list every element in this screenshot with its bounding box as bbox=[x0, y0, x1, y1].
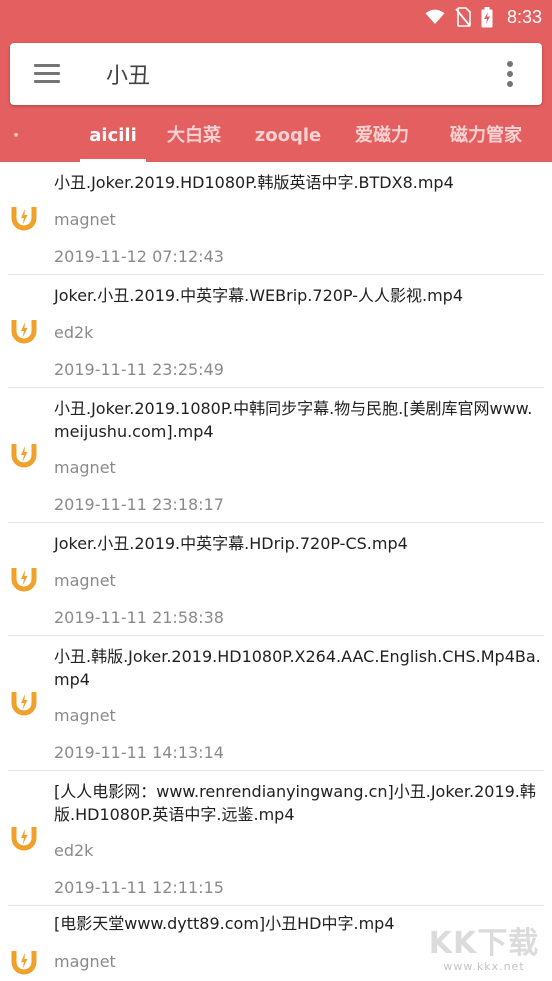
tab-aicili[interactable]: aicili bbox=[70, 114, 156, 162]
item-link-type: ed2k bbox=[54, 323, 94, 342]
item-title: 小丑.Joker.2019.HD1080P.韩版英语中字.BTDX8.mp4 bbox=[54, 173, 454, 192]
magnet-icon bbox=[11, 568, 37, 592]
no-sim-icon bbox=[455, 7, 471, 27]
item-link-type: magnet bbox=[54, 458, 116, 477]
item-title: Joker.小丑.2019.中英字幕.HDrip.720P-CS.mp4 bbox=[54, 534, 408, 553]
battery-charging-icon bbox=[481, 6, 493, 27]
item-title: [人人电影网：www.renrendianyingwang.cn]小丑.Joke… bbox=[54, 782, 536, 824]
search-input[interactable] bbox=[106, 53, 466, 95]
magnet-icon bbox=[11, 827, 37, 851]
list-item[interactable]: Joker.小丑.2019.中英字幕.WEBrip.720P-人人影视.mp4 … bbox=[0, 275, 552, 387]
status-time: 8:33 bbox=[506, 6, 542, 27]
wifi-icon bbox=[425, 9, 445, 24]
list-item[interactable]: 小丑.韩版.Joker.2019.HD1080P.X264.AAC.Englis… bbox=[0, 636, 552, 770]
item-link-type: magnet bbox=[54, 210, 116, 229]
magnet-icon bbox=[11, 320, 37, 344]
item-title: 小丑.Joker.2019.1080P.中韩同步字幕.物与民胞.[美剧库官网ww… bbox=[54, 399, 533, 441]
tab-zooqle[interactable]: zooqle bbox=[248, 114, 328, 162]
status-icons: 8:33 bbox=[425, 4, 542, 30]
list-item[interactable]: Joker.小丑.2019.中英字幕.HDrip.720P-CS.mp4 mag… bbox=[0, 523, 552, 635]
tab-cili-guanjia[interactable]: 磁力管家 bbox=[436, 114, 536, 162]
list-item[interactable]: 小丑.Joker.2019.HD1080P.韩版英语中字.BTDX8.mp4 m… bbox=[0, 162, 552, 274]
item-link-type: magnet bbox=[54, 706, 116, 725]
item-title: 小丑.韩版.Joker.2019.HD1080P.X264.AAC.Englis… bbox=[54, 647, 541, 689]
more-vert-icon[interactable] bbox=[506, 61, 514, 87]
item-date: 2019-11-11 23:18:17 bbox=[54, 495, 224, 514]
magnet-icon bbox=[11, 444, 37, 468]
magnet-icon bbox=[11, 207, 37, 231]
item-link-type: ed2k bbox=[54, 841, 94, 860]
item-date: 2019-11-12 07:12:43 bbox=[54, 247, 224, 266]
tab-partial[interactable]: · bbox=[6, 114, 26, 162]
status-bar: 8:33 bbox=[0, 0, 552, 34]
item-title: Joker.小丑.2019.中英字幕.WEBrip.720P-人人影视.mp4 bbox=[54, 286, 464, 305]
item-date: 2019-11-11 23:25:49 bbox=[54, 360, 224, 379]
watermark: KK下载 www.kkx.net bbox=[424, 927, 544, 977]
tab-aicili-cn[interactable]: 爱磁力 bbox=[344, 114, 420, 162]
item-link-type: magnet bbox=[54, 571, 116, 590]
search-bar bbox=[10, 43, 542, 105]
watermark-url: www.kkx.net bbox=[443, 960, 525, 973]
list-item[interactable]: [人人电影网：www.renrendianyingwang.cn]小丑.Joke… bbox=[0, 771, 552, 905]
list-item[interactable]: 小丑.Joker.2019.1080P.中韩同步字幕.物与民胞.[美剧库官网ww… bbox=[0, 388, 552, 522]
source-tabs: · aicili 大白菜 zooqle 爱磁力 磁力管家 bbox=[0, 114, 552, 162]
item-date: 2019-11-11 14:13:14 bbox=[54, 743, 224, 762]
item-link-type: magnet bbox=[54, 952, 116, 971]
app-bar: 8:33 · aicili 大白菜 zooqle 爱磁力 磁力管家 bbox=[0, 0, 552, 162]
magnet-icon bbox=[11, 692, 37, 716]
magnet-icon bbox=[11, 951, 37, 975]
watermark-logo: KK下载 bbox=[428, 926, 540, 961]
item-date: 2019-11-11 21:58:38 bbox=[54, 608, 224, 627]
tab-dabaicai[interactable]: 大白菜 bbox=[156, 114, 232, 162]
menu-icon[interactable] bbox=[34, 64, 60, 84]
item-date: 2019-11-11 12:11:15 bbox=[54, 878, 224, 897]
